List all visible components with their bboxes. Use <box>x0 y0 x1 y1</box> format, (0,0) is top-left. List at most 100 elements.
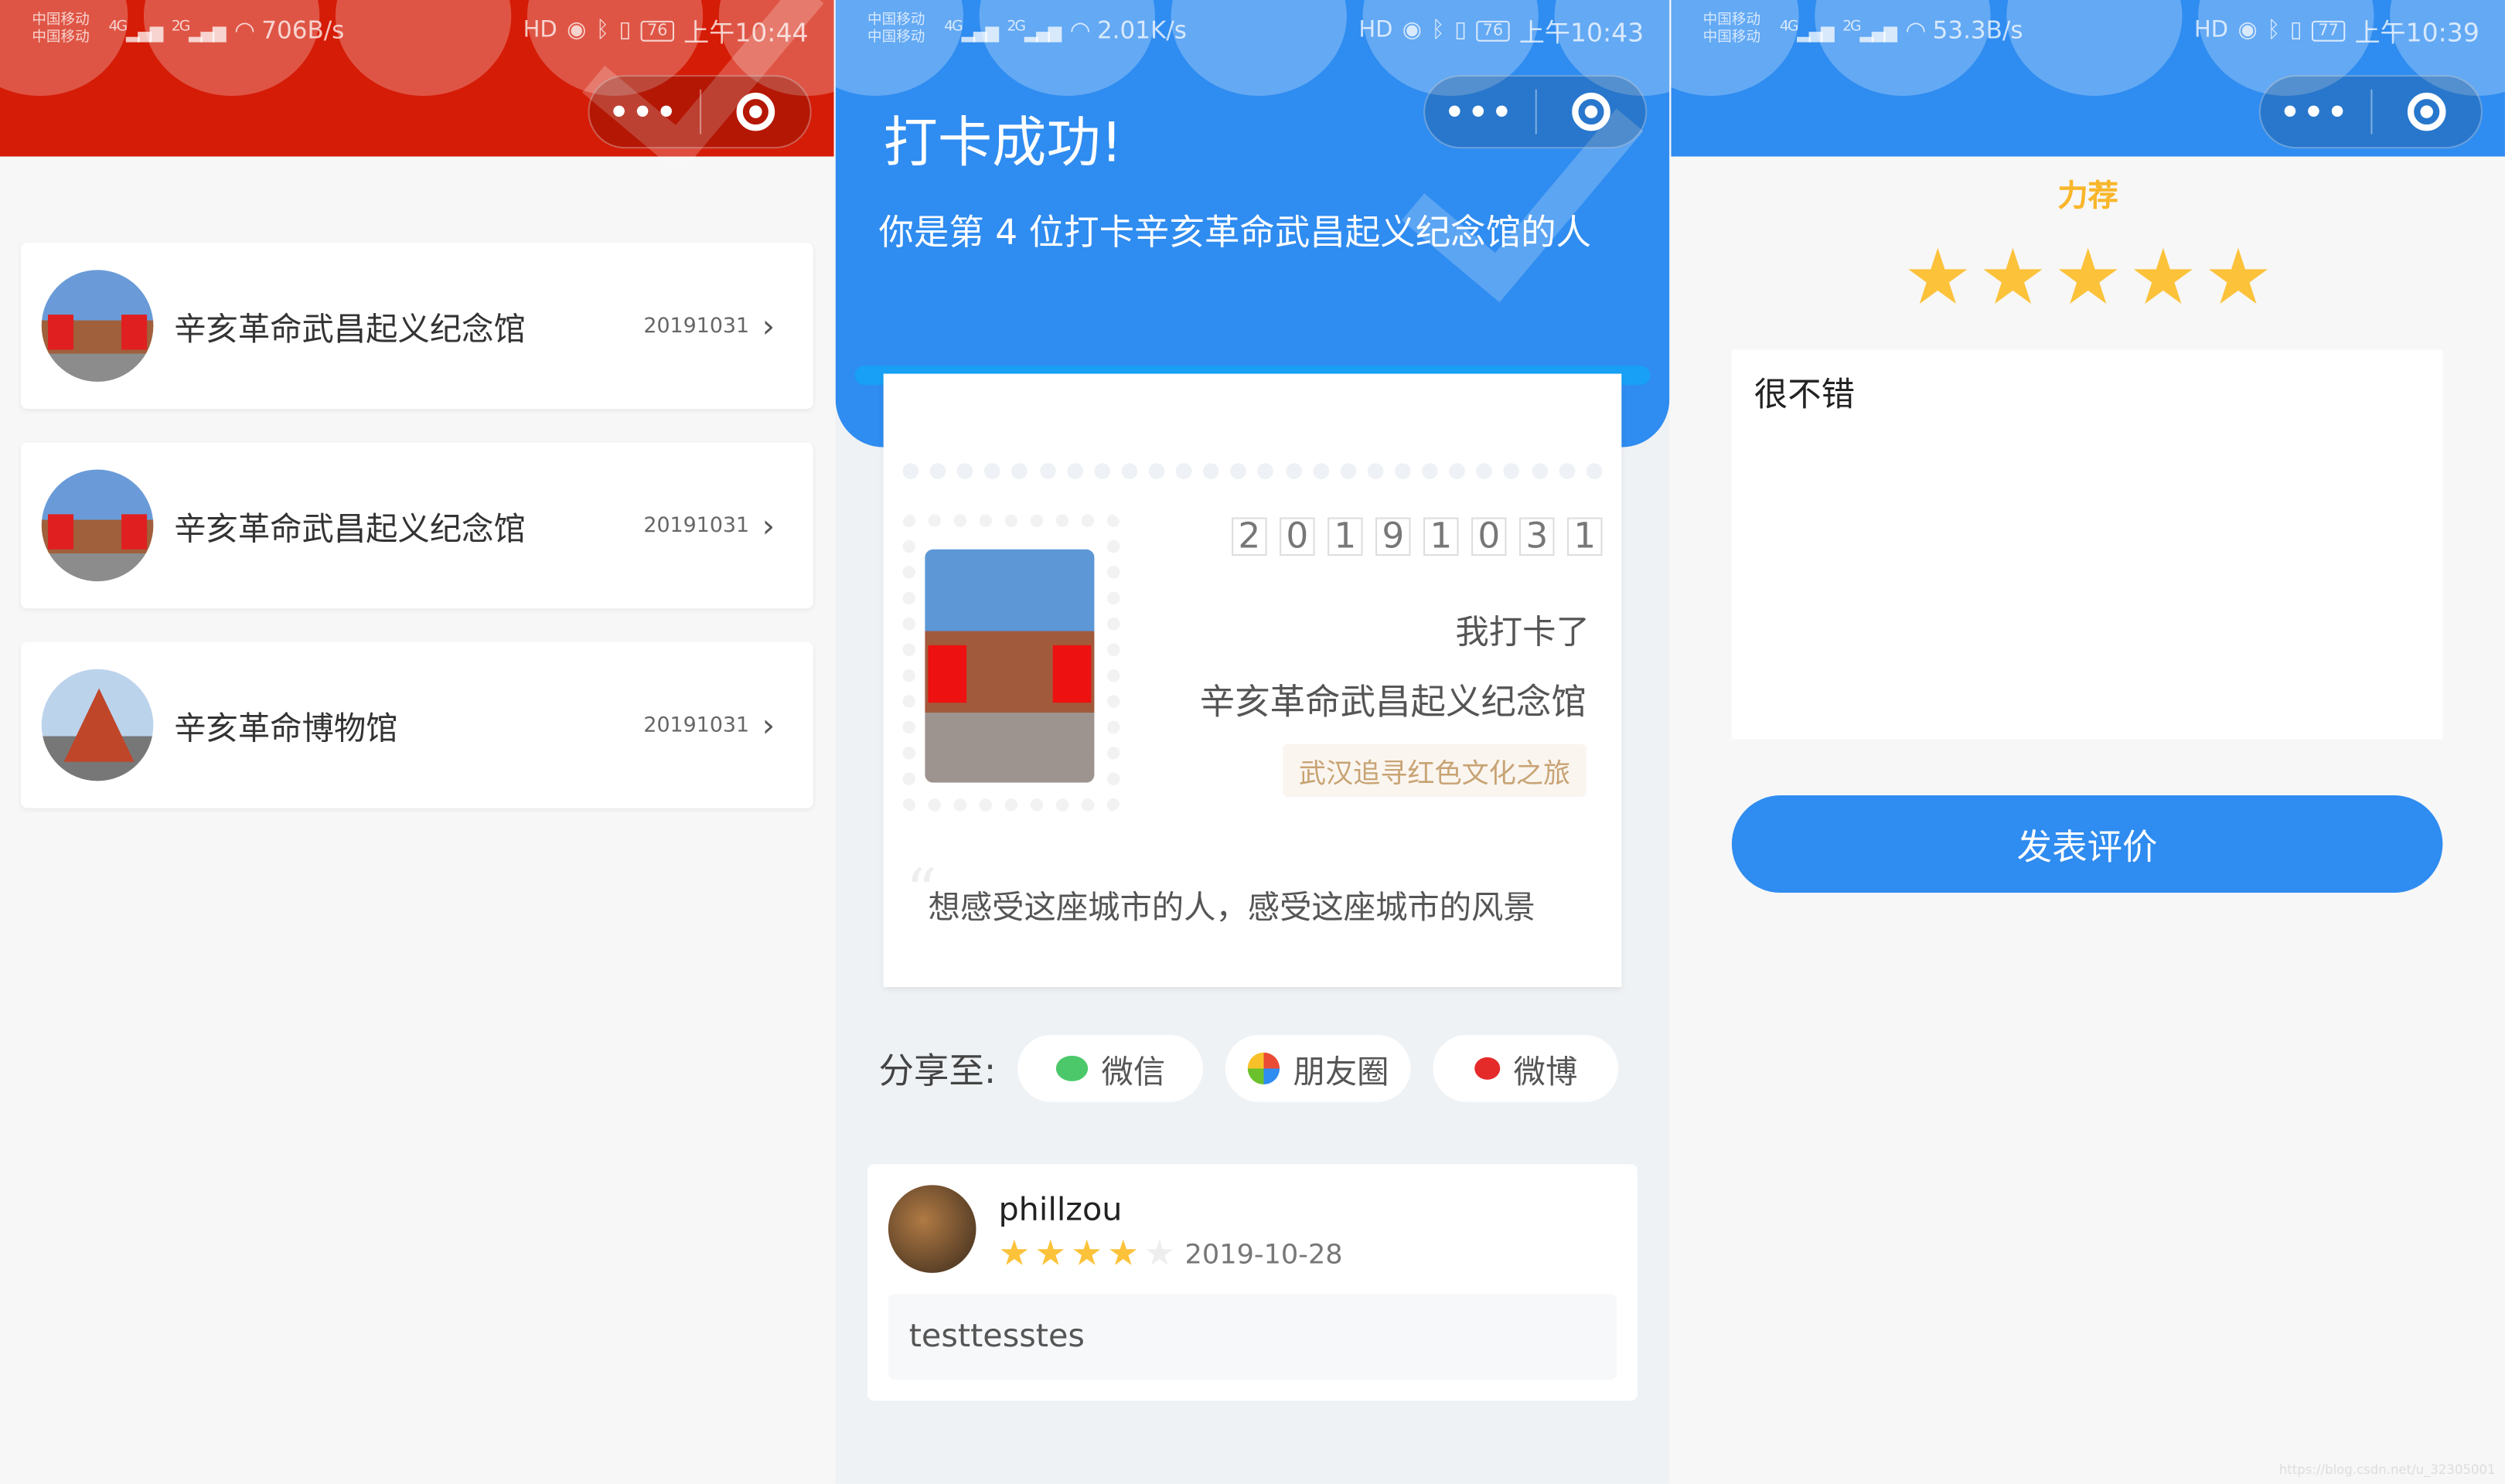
perforation-dot <box>1367 463 1384 479</box>
share-bar: 分享至: 微信 朋友圈 微博 <box>878 1034 1620 1102</box>
signal-icon: 2G▂▄▆ <box>171 18 227 43</box>
checkin-rank: 你是第 4 位打卡辛亥革命武昌起义纪念馆的人 <box>878 213 1592 254</box>
date-digit: 1 <box>1567 517 1603 556</box>
review-date: 2019-10-28 <box>1184 1238 1343 1271</box>
review-input[interactable]: 很不错 <box>1731 349 2443 740</box>
target-icon <box>736 92 775 131</box>
star-filled-icon: ★ <box>1107 1234 1140 1275</box>
miniprogram-capsule: ••• <box>2258 75 2483 149</box>
signal-icon: 2G▂▄▆ <box>1842 18 1897 43</box>
clock: 上午10:43 <box>1518 17 1644 48</box>
place-thumbnail <box>41 669 154 781</box>
checkin-date: 20191031 <box>643 713 750 737</box>
close-button[interactable] <box>700 92 810 131</box>
more-button[interactable]: ••• <box>2261 93 2370 131</box>
perforation-dot <box>1121 463 1137 479</box>
moments-icon <box>1248 1052 1280 1085</box>
route-tag: 武汉追寻红色文化之旅 <box>1283 744 1586 798</box>
rate-screen: 中国移动 中国移动 4G▂▄▆ 2G▂▄▆ ◠ 53.3B/s HD ◉ ᛒ ▯ 77 上午… <box>1671 0 2505 1484</box>
perforation-dot <box>1230 463 1247 479</box>
perforation-dot <box>1066 463 1083 479</box>
net-speed: 2.01K/s <box>1096 15 1187 45</box>
review-input-text: 很不错 <box>1754 375 1855 414</box>
checkin-date: 20191031 <box>643 314 750 339</box>
checkin-date: 20191031 <box>643 513 750 538</box>
place-thumbnail <box>41 469 154 582</box>
signal-icon: 4G▂▄▆ <box>944 18 999 43</box>
status-bar: 中国移动 中国移动 4G▂▄▆ 2G▂▄▆ ◠ 2.01K/s HD ◉ ᛒ ▯ 76 上午… <box>867 6 1644 54</box>
more-button[interactable]: ••• <box>1425 93 1535 131</box>
perforation-dot <box>1340 463 1356 479</box>
date-digit: 0 <box>1280 517 1315 556</box>
perforation-dot <box>1011 463 1028 479</box>
chevron-right-icon: › <box>762 506 775 545</box>
checkin-ticket: 20191031 我打卡了 辛亥革命武昌起义纪念馆 武汉追寻红色文化之旅 “ 想… <box>883 373 1622 987</box>
star-filled-icon[interactable]: ★ <box>1903 233 1972 323</box>
place-name: 辛亥革命武昌起义纪念馆 <box>174 509 526 547</box>
avatar <box>888 1185 976 1273</box>
star-rating-input[interactable]: ★ ★ ★ ★ ★ <box>1671 233 2505 323</box>
share-label: 分享至: <box>878 1052 997 1093</box>
star-filled-icon[interactable]: ★ <box>1978 233 2047 323</box>
nav-bar: 中国移动 中国移动 4G▂▄▆ 2G▂▄▆ ◠ 706B/s HD ◉ ᛒ ▯ 76 上午1… <box>0 0 834 175</box>
battery-icon: 76 <box>640 19 674 41</box>
signal-icon: 4G▂▄▆ <box>1779 18 1835 43</box>
close-button[interactable] <box>2371 92 2481 131</box>
submit-review-button[interactable]: 发表评价 <box>1731 795 2443 893</box>
net-speed: 706B/s <box>261 15 345 45</box>
star-empty-icon: ★ <box>1143 1234 1176 1275</box>
perforation-dot <box>1504 463 1520 479</box>
bluetooth-icon: ᛒ <box>2267 17 2281 43</box>
perforation-dot <box>1586 463 1602 479</box>
username: phillzou <box>998 1190 1123 1228</box>
battery-icon: 76 <box>1476 19 1510 41</box>
list-item[interactable]: 辛亥革命武昌起义纪念馆 20191031 › <box>20 243 813 409</box>
review-card: phillzou ★ ★ ★ ★ ★ 2019-10-28 testtesstes <box>867 1164 1638 1401</box>
star-filled-icon[interactable]: ★ <box>2204 233 2273 323</box>
place-thumbnail <box>41 270 154 382</box>
date-digit: 0 <box>1471 517 1507 556</box>
perforation-dot <box>1558 463 1575 479</box>
close-button[interactable] <box>1536 92 1646 131</box>
share-weibo-button[interactable]: 微博 <box>1433 1034 1620 1102</box>
perforation-dot <box>1148 463 1165 479</box>
place-name: 辛亥革命博物馆 <box>174 708 398 747</box>
miniprogram-capsule: ••• <box>1423 75 1648 149</box>
date-digit: 1 <box>1423 517 1459 556</box>
share-moments-button[interactable]: 朋友圈 <box>1225 1034 1412 1102</box>
checkin-list-screen: 中国移动 中国移动 4G▂▄▆ 2G▂▄▆ ◠ 706B/s HD ◉ ᛒ ▯ 76 上午1… <box>0 0 834 1484</box>
nav-bar: 中国移动 中国移动 4G▂▄▆ 2G▂▄▆ ◠ 53.3B/s HD ◉ ᛒ ▯ 77 上午… <box>1671 0 2505 157</box>
carrier: 中国移动 <box>32 30 90 46</box>
perforation-dot <box>1203 463 1220 479</box>
more-button[interactable]: ••• <box>589 93 699 131</box>
hd-icon: HD <box>523 17 557 43</box>
net-speed: 53.3B/s <box>1932 15 2023 45</box>
perforation-dot <box>1449 463 1466 479</box>
star-filled-icon[interactable]: ★ <box>2128 233 2197 323</box>
clock: 上午10:44 <box>683 17 809 48</box>
eye-icon: ◉ <box>1402 17 1423 43</box>
carrier: 中国移动 <box>32 12 90 29</box>
perforation <box>902 463 1602 479</box>
quote-text: 想感受这座城市的人，感受这座城市的风景 <box>928 887 1535 927</box>
date-digit: 9 <box>1375 517 1411 556</box>
signal-icon: 4G▂▄▆ <box>108 18 164 43</box>
share-wechat-button[interactable]: 微信 <box>1018 1034 1204 1102</box>
target-icon <box>1571 92 1610 131</box>
checkin-success-screen: 中国移动 中国移动 4G▂▄▆ 2G▂▄▆ ◠ 2.01K/s HD ◉ ᛒ ▯ 76 上午… <box>835 0 1670 1484</box>
watermark: https://blog.csdn.net/u_32305001 <box>2278 1462 2496 1478</box>
chevron-right-icon: › <box>762 706 775 744</box>
checkin-text: 我打卡了 <box>1455 613 1590 652</box>
perforation-dot <box>1285 463 1302 479</box>
perforation-dot <box>1422 463 1438 479</box>
wifi-icon: ◠ <box>1905 15 1927 45</box>
bluetooth-icon: ᛒ <box>595 17 610 43</box>
list-item[interactable]: 辛亥革命博物馆 20191031 › <box>20 642 813 808</box>
list-item[interactable]: 辛亥革命武昌起义纪念馆 20191031 › <box>20 442 813 609</box>
perforation-dot <box>1175 463 1192 479</box>
target-icon <box>2407 92 2445 131</box>
signal-icon: 2G▂▄▆ <box>1007 18 1062 43</box>
star-filled-icon[interactable]: ★ <box>2053 233 2122 323</box>
date-digits: 20191031 <box>1232 517 1603 556</box>
perforation-dot <box>1394 463 1411 479</box>
